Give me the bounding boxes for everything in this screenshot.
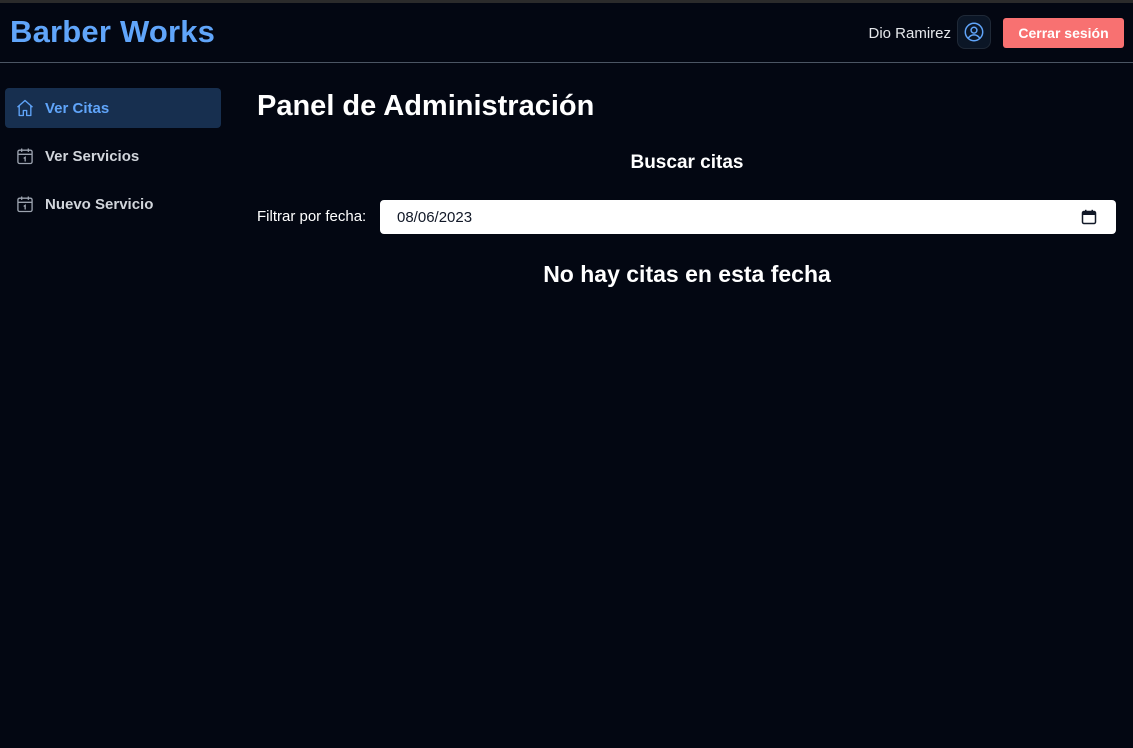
sidebar-item-label: Ver Citas <box>45 99 110 117</box>
home-icon <box>15 98 35 118</box>
sidebar-item-nuevo-servicio[interactable]: Nuevo Servicio <box>5 184 221 224</box>
top-bar: Barber Works Dio Ramirez Cerrar sesión <box>0 3 1133 63</box>
calendar-picker-icon[interactable] <box>1081 209 1097 225</box>
sidebar-item-ver-servicios[interactable]: Ver Servicios <box>5 136 221 176</box>
user-circle-icon <box>964 22 984 42</box>
date-filter-label: Filtrar por fecha: <box>257 208 367 225</box>
date-filter-input[interactable]: 08/06/2023 <box>380 200 1116 234</box>
user-name: Dio Ramirez <box>868 25 951 42</box>
sidebar-item-label: Nuevo Servicio <box>45 195 154 213</box>
brand-logo[interactable]: Barber Works <box>10 14 215 50</box>
calendar-icon <box>15 146 35 166</box>
calendar-icon <box>15 194 35 214</box>
user-profile-button[interactable] <box>957 15 991 49</box>
main-content: Panel de Administración Buscar citas Fil… <box>257 64 1117 748</box>
page-title: Panel de Administración <box>257 90 595 122</box>
section-title: Buscar citas <box>630 152 744 173</box>
sidebar-item-ver-citas[interactable]: Ver Citas <box>5 88 221 128</box>
sidebar-item-label: Ver Servicios <box>45 147 140 165</box>
empty-state-message: No hay citas en esta fecha <box>543 261 831 287</box>
sidebar: Ver Citas Ver Servicios Nuevo Servicio <box>0 64 230 748</box>
date-value: 08/06/2023 <box>397 208 473 226</box>
logout-button[interactable]: Cerrar sesión <box>1003 18 1124 48</box>
